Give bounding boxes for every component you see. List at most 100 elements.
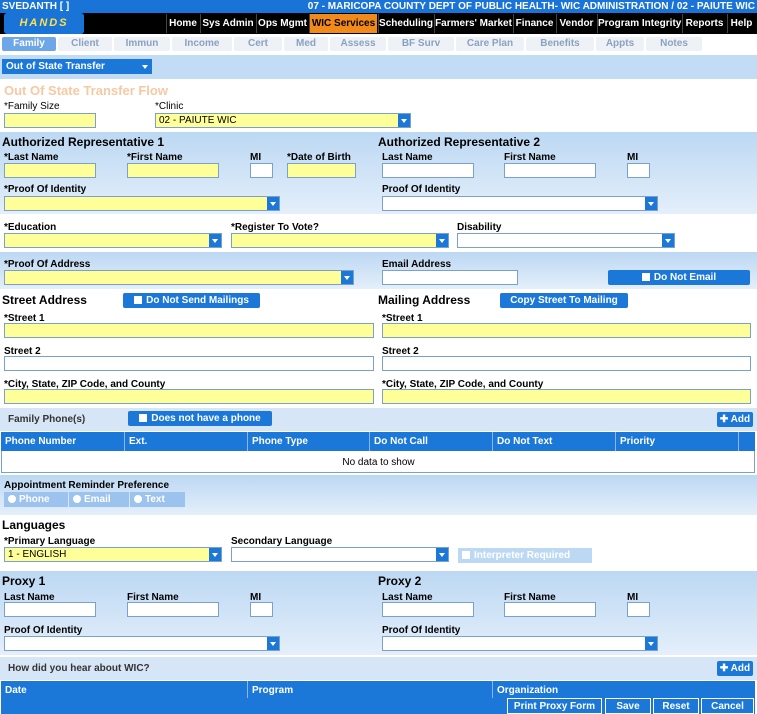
secondary-language-select[interactable] xyxy=(231,547,449,562)
proxy2-proof-select[interactable] xyxy=(382,636,658,651)
proxy1-last-name-input[interactable] xyxy=(4,602,96,617)
print-proxy-form-button[interactable]: Print Proxy Form xyxy=(507,698,602,714)
col-phone-type[interactable]: Phone Type xyxy=(252,436,308,447)
grid-divider xyxy=(615,432,616,451)
nav-farmers-market[interactable]: Farmers' Market xyxy=(434,14,512,33)
proxy2-last-name-input[interactable] xyxy=(382,602,474,617)
rep2-mi-input[interactable] xyxy=(627,163,650,178)
proxy2-first-name-input[interactable] xyxy=(504,602,596,617)
tab-notes[interactable]: Notes xyxy=(646,37,702,51)
proxy1-first-name-input[interactable] xyxy=(127,602,219,617)
reminder-text-label: Text xyxy=(145,494,165,505)
reminder-text-radio[interactable]: Text xyxy=(130,492,185,507)
save-button[interactable]: Save xyxy=(605,698,651,714)
register-vote-label: *Register To Vote? xyxy=(231,222,319,233)
grid-divider xyxy=(124,432,125,451)
rep1-mi-input[interactable] xyxy=(250,163,273,178)
rep1-proof-select[interactable] xyxy=(4,196,280,211)
tab-client[interactable]: Client xyxy=(58,37,112,51)
nav-reports[interactable]: Reports xyxy=(682,14,726,33)
nav-finance[interactable]: Finance xyxy=(513,14,555,33)
nav-vendor[interactable]: Vendor xyxy=(556,14,596,33)
reminder-email-radio[interactable]: Email xyxy=(69,492,129,507)
proxy2-mi-input[interactable] xyxy=(627,602,650,617)
col-organization[interactable]: Organization xyxy=(497,685,558,696)
tab-cert[interactable]: Cert xyxy=(234,37,282,51)
primary-language-select[interactable]: 1 - ENGLISH xyxy=(4,547,222,562)
col-program[interactable]: Program xyxy=(252,685,293,696)
checkbox-icon xyxy=(641,273,650,281)
no-phone-checkbox[interactable]: Does not have a phone xyxy=(128,411,272,426)
tab-assess[interactable]: Assess xyxy=(330,37,386,51)
col-date[interactable]: Date xyxy=(5,685,27,696)
mailing-street2-input[interactable] xyxy=(382,356,751,371)
interpreter-required-checkbox[interactable]: Interpreter Required xyxy=(458,548,592,563)
chevron-down-icon xyxy=(209,234,221,247)
street1-input[interactable] xyxy=(4,323,374,338)
current-user: SVEDANTH [ ] xyxy=(2,1,70,12)
rep2-last-name-input[interactable] xyxy=(382,163,474,178)
hear-title: How did you hear about WIC? xyxy=(8,663,150,674)
mailing-csz-input[interactable] xyxy=(382,389,751,404)
chevron-down-icon xyxy=(436,548,448,561)
do-not-send-mailings-checkbox[interactable]: Do Not Send Mailings xyxy=(123,293,260,308)
reminder-phone-radio[interactable]: Phone xyxy=(4,492,68,507)
add-hear-label: Add xyxy=(730,663,751,674)
cancel-button[interactable]: Cancel xyxy=(701,698,754,714)
col-priority[interactable]: Priority xyxy=(620,436,655,447)
rep1-first-name-label: *First Name xyxy=(127,152,183,163)
nav-scheduling[interactable]: Scheduling xyxy=(378,14,433,33)
add-hear-button[interactable]: ✚ Add xyxy=(717,661,753,676)
tab-med[interactable]: Med xyxy=(284,37,328,51)
tab-care-plan[interactable]: Care Plan xyxy=(456,37,524,51)
disability-select[interactable] xyxy=(457,233,675,248)
rep1-first-name-input[interactable] xyxy=(127,163,219,178)
grid-divider xyxy=(492,432,493,451)
mailing-street1-input[interactable] xyxy=(382,323,751,338)
rep1-dob-input[interactable] xyxy=(287,163,356,178)
rep2-first-name-input[interactable] xyxy=(504,163,596,178)
tab-family[interactable]: Family xyxy=(2,37,56,51)
col-ext[interactable]: Ext. xyxy=(129,436,147,447)
proxy1-mi-input[interactable] xyxy=(250,602,273,617)
register-vote-select[interactable] xyxy=(231,233,449,248)
col-do-not-call[interactable]: Do Not Call xyxy=(374,436,428,447)
tab-income[interactable]: Income xyxy=(172,37,232,51)
add-phone-button[interactable]: ✚ Add xyxy=(717,412,753,427)
rep1-last-name-input[interactable] xyxy=(4,163,96,178)
radio-icon xyxy=(134,495,142,503)
nav-sys-admin[interactable]: Sys Admin xyxy=(200,14,255,33)
education-select[interactable] xyxy=(4,233,222,248)
clinic-select[interactable]: 02 - PAIUTE WIC xyxy=(155,113,411,128)
nav-wic-services[interactable]: WIC Services xyxy=(309,14,377,33)
checkbox-icon xyxy=(134,296,143,304)
clinic-label: *Clinic xyxy=(155,101,184,112)
street-csz-input[interactable] xyxy=(4,389,374,404)
family-size-input[interactable] xyxy=(4,113,96,128)
grid-divider xyxy=(247,432,248,451)
flow-select[interactable]: Out of State Transfer xyxy=(2,59,152,74)
copy-street-to-mailing-button[interactable]: Copy Street To Mailing xyxy=(500,293,628,308)
reminder-email-label: Email xyxy=(84,494,111,505)
tab-immun[interactable]: Immun xyxy=(114,37,170,51)
col-phone-number[interactable]: Phone Number xyxy=(5,436,76,447)
no-phone-label: Does not have a phone xyxy=(151,413,261,424)
family-size-label: *Family Size xyxy=(4,101,60,112)
nav-ops-mgmt[interactable]: Ops Mgmt xyxy=(256,14,308,33)
tab-bf-surv[interactable]: BF Surv xyxy=(388,37,454,51)
proxy1-proof-select[interactable] xyxy=(4,636,280,651)
nav-home[interactable]: Home xyxy=(166,14,199,33)
reset-button[interactable]: Reset xyxy=(653,698,699,714)
col-do-not-text[interactable]: Do Not Text xyxy=(497,436,552,447)
nav-program-integrity[interactable]: Program Integrity xyxy=(597,14,681,33)
rep2-proof-select[interactable] xyxy=(382,196,658,211)
tab-benefits[interactable]: Benefits xyxy=(526,37,594,51)
tab-appts[interactable]: Appts xyxy=(596,37,644,51)
family-phones-title: Family Phone(s) xyxy=(8,414,86,425)
street2-input[interactable] xyxy=(4,356,374,371)
proof-address-select[interactable] xyxy=(4,270,354,285)
do-not-email-checkbox[interactable]: Do Not Email xyxy=(608,270,750,285)
chevron-down-icon xyxy=(341,271,353,284)
nav-help[interactable]: Help xyxy=(727,14,755,33)
email-input[interactable] xyxy=(382,270,518,285)
